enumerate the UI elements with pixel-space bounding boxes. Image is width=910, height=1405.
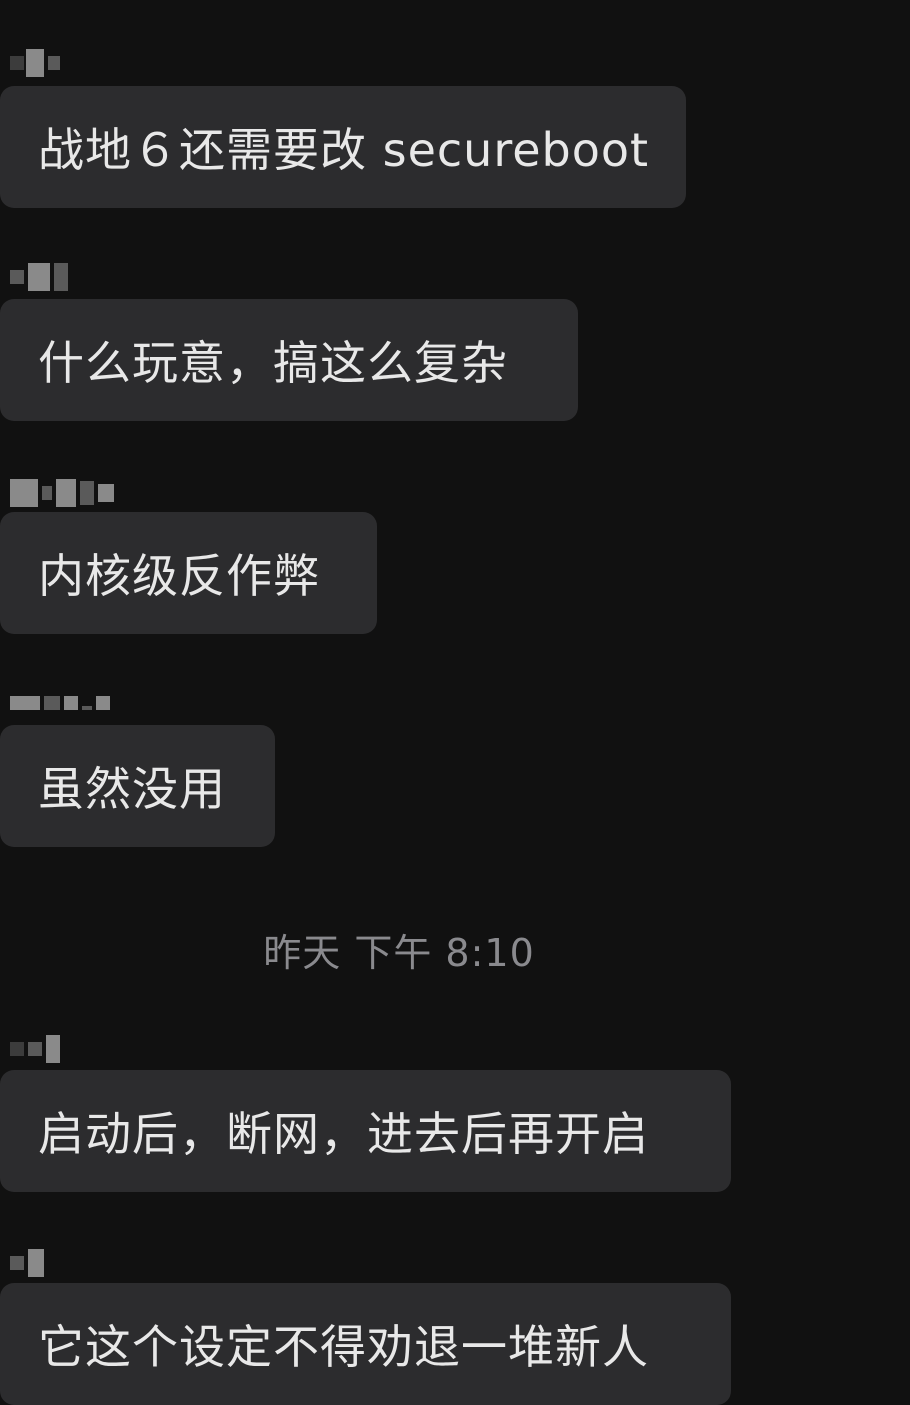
sender-name-pixelated xyxy=(10,1246,48,1280)
message-text: 它这个设定不得劝退一堆新人 xyxy=(38,1320,649,1374)
message-bubble[interactable]: 内核级反作弊 xyxy=(0,512,377,634)
sender-name-pixelated xyxy=(10,46,64,80)
sender-name-pixelated xyxy=(10,686,114,720)
message-text: 什么玩意，搞这么复杂 xyxy=(38,336,508,390)
sender-name-pixelated xyxy=(10,260,72,294)
message-bubble[interactable]: 虽然没用 xyxy=(0,725,275,847)
message-text: 虽然没用 xyxy=(38,762,226,816)
message-bubble[interactable]: 它这个设定不得劝退一堆新人 xyxy=(0,1283,731,1405)
sender-name-pixelated xyxy=(10,476,118,510)
timestamp-divider: 昨天 下午 8:10 xyxy=(263,931,535,975)
message-bubble[interactable]: 启动后，断网，进去后再开启 xyxy=(0,1070,731,1192)
message-text: 启动后，断网，进去后再开启 xyxy=(38,1107,649,1161)
message-text: 战地６还需要改 secureboot xyxy=(38,123,650,177)
chat-thread[interactable]: 战地６还需要改 secureboot 什么玩意，搞这么复杂 内核级反作弊 虽然没… xyxy=(0,0,910,1405)
message-text: 内核级反作弊 xyxy=(38,549,320,603)
message-bubble[interactable]: 什么玩意，搞这么复杂 xyxy=(0,299,578,421)
sender-name-pixelated xyxy=(10,1032,64,1066)
message-bubble[interactable]: 战地６还需要改 secureboot xyxy=(0,86,686,208)
